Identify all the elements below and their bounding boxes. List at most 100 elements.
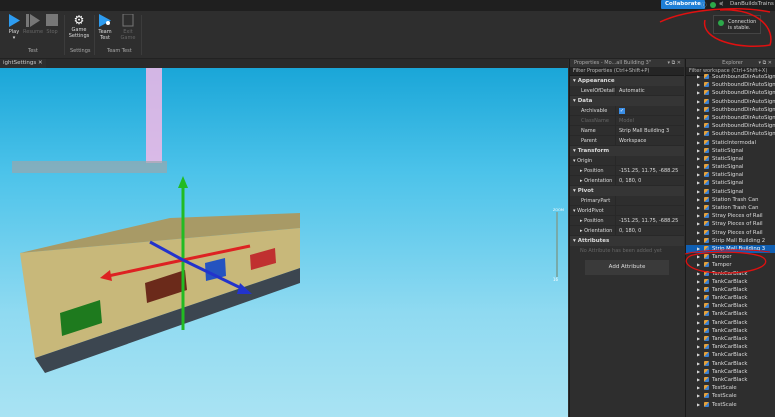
expand-arrow-icon[interactable]: ▶ [697, 343, 700, 351]
expand-arrow-icon[interactable]: ▶ [697, 253, 700, 261]
expand-arrow-icon[interactable]: ▶ [697, 73, 700, 81]
explorer-item[interactable]: ▶ TankCarBlack [686, 327, 775, 335]
explorer-item[interactable]: ▶ Stray Pieces of Rail [686, 220, 775, 228]
explorer-item[interactable]: ▶ SouthboundDirAutoSigna [686, 98, 775, 106]
explorer-item[interactable]: ▶ TankCarBlack [686, 302, 775, 310]
explorer-item[interactable]: ▶ SouthboundDirAutoSigna [686, 114, 775, 122]
play-button[interactable]: Play ▾ [6, 14, 22, 41]
expand-arrow-icon[interactable]: ▶ [697, 261, 700, 269]
explorer-item[interactable]: ▶ StaticIntermodal [686, 139, 775, 147]
explorer-item[interactable]: ▶ SouthboundDirAutoSigna [686, 89, 775, 97]
prop-origin[interactable]: ▾ Origin [570, 156, 616, 165]
expand-arrow-icon[interactable]: ▶ [697, 98, 700, 106]
expand-arrow-icon[interactable]: ▶ [697, 155, 700, 163]
expand-arrow-icon[interactable]: ▶ [697, 368, 700, 376]
prop-key[interactable]: ▸ Orientation [570, 226, 616, 235]
expand-arrow-icon[interactable]: ▶ [697, 245, 700, 253]
expand-arrow-icon[interactable]: ▶ [697, 319, 700, 327]
prop-name[interactable]: Strip Mall Building 3 [616, 126, 684, 135]
explorer-item[interactable]: ▶ Tamper [686, 253, 775, 261]
expand-arrow-icon[interactable]: ▶ [697, 392, 700, 400]
expand-arrow-icon[interactable]: ▶ [697, 81, 700, 89]
expand-arrow-icon[interactable]: ▶ [697, 294, 700, 302]
expand-arrow-icon[interactable]: ▶ [697, 327, 700, 335]
explorer-item[interactable]: ▶ Station Trash Can [686, 204, 775, 212]
explorer-item[interactable]: ▶ TestScale [686, 401, 775, 409]
share-icon[interactable]: ⋞ [719, 1, 724, 7]
prop-pivot-position[interactable]: -151.25, 11.75, -688.25 [616, 216, 684, 225]
section-appearance[interactable]: ▾ Appearance [570, 76, 684, 86]
section-pivot[interactable]: ▾ Pivot [570, 186, 684, 196]
explorer-item[interactable]: ▶ StaticSignal [686, 155, 775, 163]
expand-arrow-icon[interactable]: ▶ [697, 401, 700, 409]
explorer-item[interactable]: ▶ Stray Pieces of Rail [686, 212, 775, 220]
expand-arrow-icon[interactable]: ▶ [697, 220, 700, 228]
expand-arrow-icon[interactable]: ▶ [697, 384, 700, 392]
explorer-item[interactable]: ▶ SouthboundDirAutoSigna [686, 130, 775, 138]
prop-key[interactable]: ▸ Position [570, 216, 616, 225]
prop-worldpivot[interactable]: ▾ WorldPivot [570, 206, 616, 215]
explorer-item[interactable]: ▶ TankCarBlack [686, 360, 775, 368]
expand-arrow-icon[interactable]: ▶ [697, 351, 700, 359]
expand-arrow-icon[interactable]: ▶ [697, 139, 700, 147]
zoom-slider[interactable]: ZOOM 16 [553, 208, 564, 293]
explorer-item[interactable]: ▶ TankCarBlack [686, 286, 775, 294]
explorer-item[interactable]: ▶ StaticSignal [686, 163, 775, 171]
explorer-item[interactable]: ▶ SouthboundDirAutoSigna [686, 106, 775, 114]
archivable-checkbox[interactable]: ✓ [619, 108, 625, 114]
section-data[interactable]: ▾ Data [570, 96, 684, 106]
explorer-item[interactable]: ▶ Stray Pieces of Rail [686, 229, 775, 237]
expand-arrow-icon[interactable]: ▶ [697, 204, 700, 212]
game-settings-button[interactable]: ⚙ Game Settings [67, 14, 91, 40]
expand-arrow-icon[interactable]: ▶ [697, 163, 700, 171]
explorer-item[interactable]: ▶ StaticSignal [686, 179, 775, 187]
explorer-item[interactable]: ▶ StaticSignal [686, 147, 775, 155]
prop-lod[interactable]: Automatic [616, 86, 684, 95]
expand-arrow-icon[interactable]: ▶ [697, 106, 700, 114]
expand-arrow-icon[interactable]: ▶ [697, 188, 700, 196]
explorer-item[interactable]: ▶ SouthboundDirAutoSigna [686, 73, 775, 81]
expand-arrow-icon[interactable]: ▶ [697, 278, 700, 286]
section-transform[interactable]: ▾ Transform [570, 146, 684, 156]
explorer-item[interactable]: ▶ TankCarBlack [686, 368, 775, 376]
properties-filter-input[interactable]: Filter Properties (Ctrl+Shift+P) [570, 67, 684, 76]
close-icon[interactable]: ✕ [38, 60, 43, 66]
expand-arrow-icon[interactable]: ▶ [697, 179, 700, 187]
help-icon[interactable]: ⓘ [701, 1, 707, 9]
expand-arrow-icon[interactable]: ▶ [697, 229, 700, 237]
expand-arrow-icon[interactable]: ▶ [697, 335, 700, 343]
resume-button[interactable]: Resume [23, 14, 43, 35]
team-test-button[interactable]: Team Test [96, 14, 114, 41]
expand-arrow-icon[interactable]: ▶ [697, 286, 700, 294]
expand-arrow-icon[interactable]: ▶ [697, 147, 700, 155]
expand-arrow-icon[interactable]: ▶ [697, 114, 700, 122]
explorer-item[interactable]: ▶ StaticSignal [686, 188, 775, 196]
connection-status-icon[interactable] [710, 2, 716, 8]
section-attributes[interactable]: ▾ Attributes [570, 236, 684, 246]
explorer-item[interactable]: ▶ SouthboundDirAutoSigna [686, 81, 775, 89]
prop-pivot-orientation[interactable]: 0, 180, 0 [616, 226, 684, 235]
prop-origin-position[interactable]: -151.25, 11.75, -688.25 [616, 166, 684, 175]
expand-arrow-icon[interactable]: ▶ [697, 171, 700, 179]
explorer-item[interactable]: ▶ TankCarBlack [686, 319, 775, 327]
expand-arrow-icon[interactable]: ▶ [697, 196, 700, 204]
explorer-item[interactable]: ▶ Strip Mall Building 2 [686, 237, 775, 245]
explorer-item[interactable]: ▶ TestScale [686, 384, 775, 392]
explorer-item[interactable]: ▶ TankCarBlack [686, 310, 775, 318]
explorer-item[interactable]: ▶ TankCarBlack [686, 294, 775, 302]
explorer-item[interactable]: ▶ Station Trash Can [686, 196, 775, 204]
explorer-item[interactable]: ▶ StaticSignal [686, 171, 775, 179]
expand-arrow-icon[interactable]: ▶ [697, 212, 700, 220]
explorer-item[interactable]: ▶ TankCarBlack [686, 376, 775, 384]
explorer-item[interactable]: ▶ SouthboundDirAutoSigna [686, 122, 775, 130]
3d-viewport[interactable]: ZOOM 16 [0, 68, 568, 417]
collaborate-button[interactable]: Collaborate [661, 0, 705, 9]
expand-arrow-icon[interactable]: ▶ [697, 376, 700, 384]
prop-key[interactable]: ▸ Orientation [570, 176, 616, 185]
add-attribute-button[interactable]: Add Attribute [585, 260, 669, 275]
expand-arrow-icon[interactable]: ▶ [697, 270, 700, 278]
expand-arrow-icon[interactable]: ▶ [697, 89, 700, 97]
explorer-item[interactable]: ▶ TankCarBlack [686, 278, 775, 286]
expand-arrow-icon[interactable]: ▶ [697, 122, 700, 130]
prop-primarypart[interactable] [616, 196, 684, 205]
